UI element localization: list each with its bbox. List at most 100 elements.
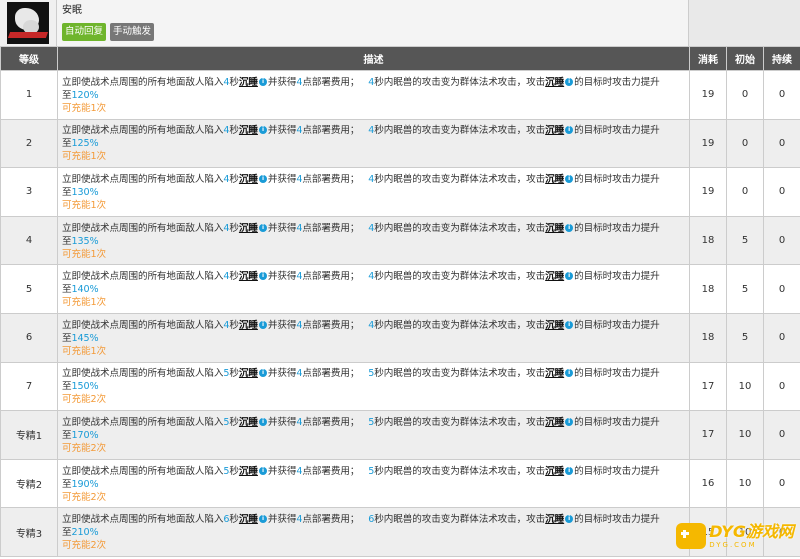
cost-cell: 17: [689, 410, 727, 460]
duration-cell: 0: [763, 361, 800, 412]
sleep-term-link[interactable]: 沉睡: [239, 368, 258, 379]
desc-text: 秒: [229, 319, 239, 331]
description-cell: 立即使战术点周围的所有地面敌人陷入4秒沉睡 i 并获得4点部署费用； 4秒内眠兽的攻…: [57, 312, 690, 363]
sleep-term-link[interactable]: 沉睡: [545, 514, 564, 525]
table-row: 5 立即使战术点周围的所有地面敌人陷入4秒沉睡 i 并获得4点部署费用； 4秒内眠兽…: [0, 264, 800, 314]
duration-column-header: 持续: [763, 46, 800, 71]
sleep-term-link[interactable]: 沉睡: [239, 417, 258, 428]
sleep-term-link[interactable]: 沉睡: [239, 174, 258, 185]
desc-text: 点部署费用；: [302, 222, 360, 234]
sleep-term-link[interactable]: 沉睡: [239, 466, 258, 477]
sleep-term-link[interactable]: 沉睡: [239, 271, 258, 282]
desc-text: 立即使战术点周围的所有地面敌人陷入: [62, 222, 224, 234]
manual-trigger-tag: 手动触发: [110, 23, 155, 41]
info-icon[interactable]: i: [258, 417, 267, 426]
desc-text: 秒内眠兽的攻击变为群体法术攻击，攻击: [374, 222, 546, 234]
info-icon[interactable]: i: [258, 174, 267, 183]
info-icon[interactable]: i: [565, 126, 574, 135]
watermark-text: DYG游戏网: [709, 522, 794, 541]
sleep-term-link[interactable]: 沉睡: [545, 368, 564, 379]
desc-text: 秒内眠兽的攻击变为群体法术攻击，攻击: [374, 465, 546, 477]
desc-text: 立即使战术点周围的所有地面敌人陷入: [62, 125, 224, 137]
level-cell: 5: [0, 264, 58, 314]
info-icon[interactable]: i: [565, 77, 574, 86]
desc-text: 秒: [229, 465, 239, 477]
info-icon[interactable]: i: [565, 174, 574, 183]
desc-text: 并获得: [267, 465, 297, 477]
cost-cell: 19: [689, 118, 727, 169]
info-icon[interactable]: i: [258, 126, 267, 135]
sleep-term-link[interactable]: 沉睡: [239, 125, 258, 136]
info-icon[interactable]: i: [258, 466, 267, 475]
level-cell: 专精2: [0, 458, 58, 509]
cost-cell: 18: [689, 312, 727, 363]
watermark-subtext: DYG.COM: [709, 541, 757, 549]
duration-cell: 0: [763, 167, 800, 217]
description-cell: 立即使战术点周围的所有地面敌人陷入4秒沉睡 i 并获得4点部署费用； 4秒内眠兽的攻…: [57, 70, 690, 120]
info-icon[interactable]: i: [565, 223, 574, 232]
init-column-header: 初始: [726, 46, 764, 71]
level-cell: 专精1: [0, 410, 58, 460]
sleep-term-link[interactable]: 沉睡: [545, 125, 564, 136]
info-icon[interactable]: i: [565, 417, 574, 426]
attack-boost: 170%: [71, 429, 99, 441]
sleep-term-link[interactable]: 沉睡: [545, 271, 564, 282]
info-icon[interactable]: i: [258, 272, 267, 281]
desc-text: 并获得: [267, 319, 297, 331]
cost-cell: 18: [689, 264, 727, 314]
desc-text: 并获得: [267, 173, 297, 185]
sleep-term-link[interactable]: 沉睡: [239, 77, 258, 88]
attack-boost: 120%: [71, 89, 99, 101]
desc-text: 至: [62, 186, 72, 198]
info-icon[interactable]: i: [565, 320, 574, 329]
info-icon[interactable]: i: [258, 515, 267, 524]
desc-text: 点部署费用；: [302, 173, 360, 185]
cost-cell: 19: [689, 70, 727, 120]
init-cell: 5: [726, 264, 764, 314]
desc-text: 并获得: [267, 271, 297, 283]
desc-text: 秒: [229, 514, 239, 526]
sleep-term-link[interactable]: 沉睡: [545, 417, 564, 428]
info-icon[interactable]: i: [565, 466, 574, 475]
charges-text: 可充能1次: [62, 248, 106, 260]
table-row: 3 立即使战术点周围的所有地面敌人陷入4秒沉睡 i 并获得4点部署费用； 4秒内眠兽…: [0, 167, 800, 217]
desc-text: 的目标时攻击力提升: [574, 319, 660, 331]
sleep-term-link[interactable]: 沉睡: [545, 77, 564, 88]
cost-column-header: 消耗: [689, 46, 727, 71]
table-row: 专精1 立即使战术点周围的所有地面敌人陷入5秒沉睡 i 并获得4点部署费用； 5秒内…: [0, 410, 800, 460]
table-row: 4 立即使战术点周围的所有地面敌人陷入4秒沉睡 i 并获得4点部署费用； 4秒内眠兽…: [0, 215, 800, 266]
sleep-term-link[interactable]: 沉睡: [239, 514, 258, 525]
desc-text: 秒: [229, 173, 239, 185]
sleep-term-link[interactable]: 沉睡: [545, 174, 564, 185]
desc-text: 并获得: [267, 514, 297, 526]
desc-text: 秒内眠兽的攻击变为群体法术攻击，攻击: [374, 416, 546, 428]
desc-text: 立即使战术点周围的所有地面敌人陷入: [62, 173, 224, 185]
sleep-term-link[interactable]: 沉睡: [545, 320, 564, 331]
desc-text: 秒内眠兽的攻击变为群体法术攻击，攻击: [374, 173, 546, 185]
desc-text: 秒: [229, 125, 239, 137]
info-icon[interactable]: i: [258, 320, 267, 329]
desc-text: 点部署费用；: [302, 271, 360, 283]
description-cell: 立即使战术点周围的所有地面敌人陷入5秒沉睡 i 并获得4点部署费用； 5秒内眠兽的攻…: [57, 458, 690, 509]
desc-text: 并获得: [267, 222, 297, 234]
sleep-term-link[interactable]: 沉睡: [239, 223, 258, 234]
info-icon[interactable]: i: [565, 369, 574, 378]
sleep-term-link[interactable]: 沉睡: [545, 223, 564, 234]
info-icon[interactable]: i: [258, 77, 267, 86]
info-icon[interactable]: i: [565, 272, 574, 281]
charges-text: 可充能2次: [62, 394, 106, 406]
desc-text: 的目标时攻击力提升: [574, 271, 660, 283]
init-cell: 0: [726, 118, 764, 169]
desc-text: 至: [62, 89, 72, 101]
charges-text: 可充能2次: [62, 540, 106, 552]
attack-boost: 135%: [71, 235, 99, 247]
sleep-term-link[interactable]: 沉睡: [239, 320, 258, 331]
sleep-term-link[interactable]: 沉睡: [545, 466, 564, 477]
info-icon[interactable]: i: [565, 515, 574, 524]
desc-text: 立即使战术点周围的所有地面敌人陷入: [62, 76, 224, 88]
cost-cell: 16: [689, 458, 727, 509]
table-row: 专精2 立即使战术点周围的所有地面敌人陷入5秒沉睡 i 并获得4点部署费用； 5秒内…: [0, 458, 800, 509]
info-icon[interactable]: i: [258, 223, 267, 232]
skill-icon-cell: [0, 0, 57, 46]
info-icon[interactable]: i: [258, 369, 267, 378]
